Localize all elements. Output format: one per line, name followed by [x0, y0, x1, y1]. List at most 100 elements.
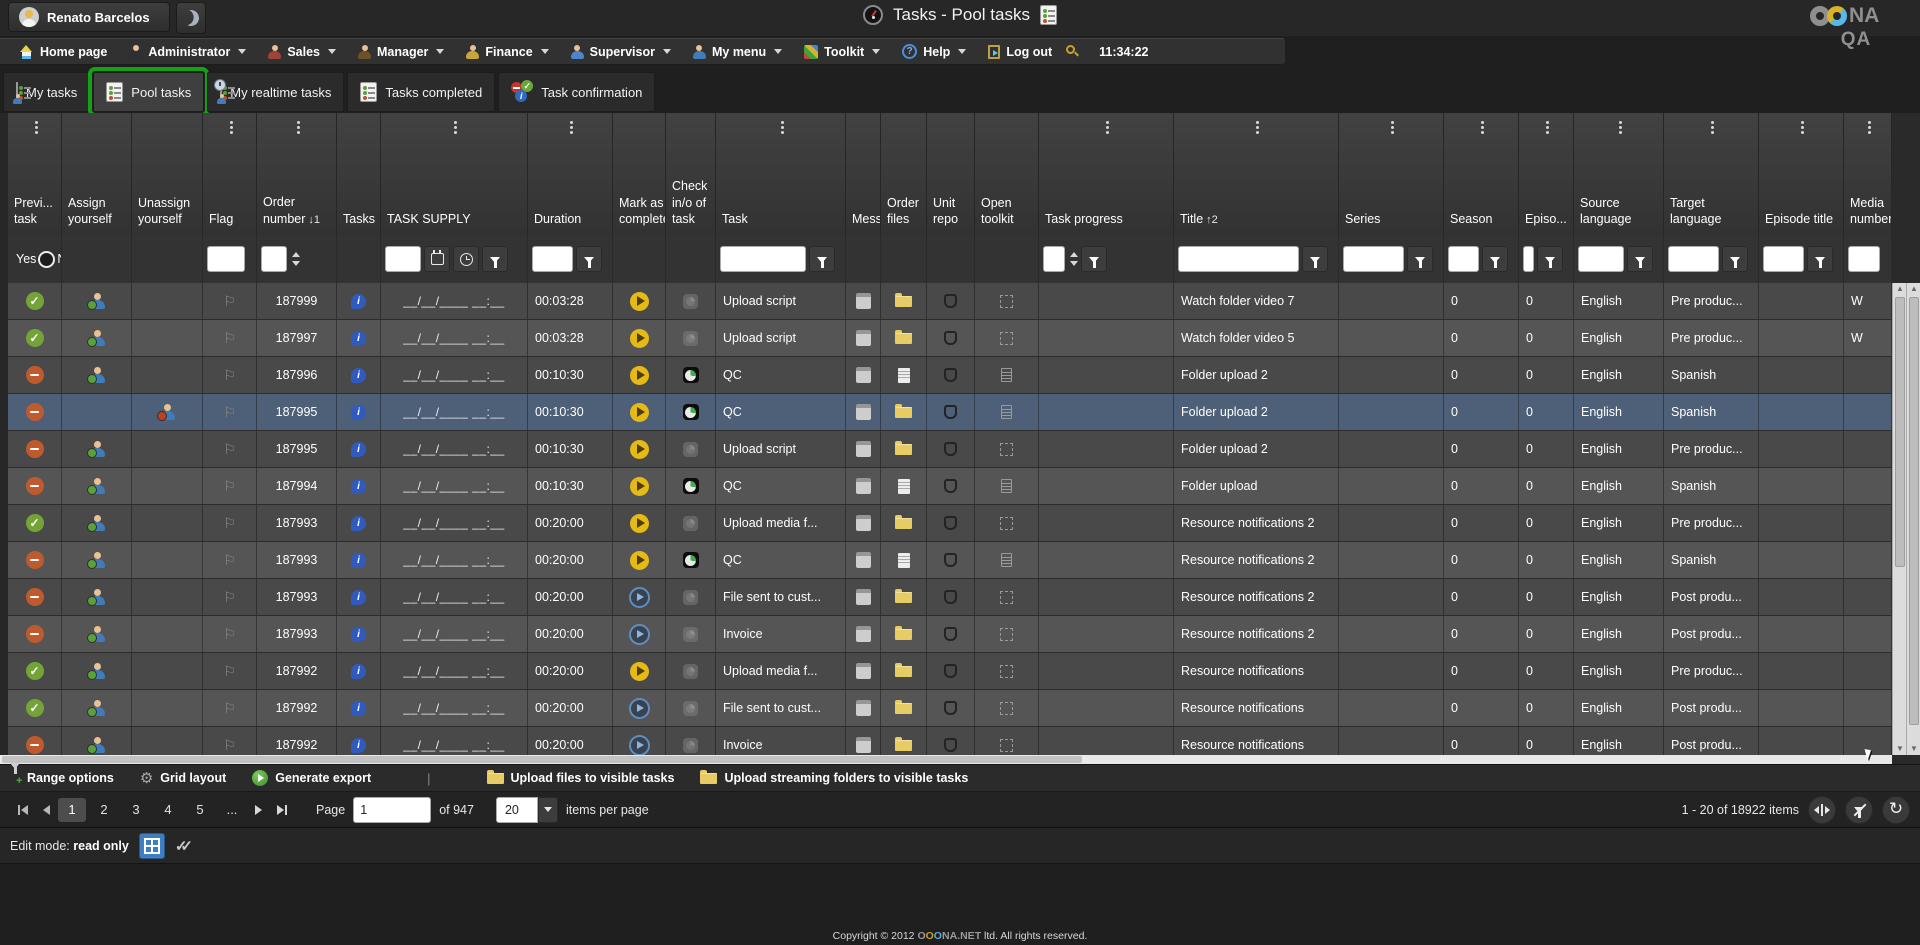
- column-menu-icon[interactable]: [781, 121, 784, 124]
- table-row[interactable]: ⚐187993i__/__/____ __:__00:20:00QCResour…: [8, 542, 1892, 579]
- cell-mark[interactable]: [613, 357, 666, 393]
- tab-tasks-completed[interactable]: Tasks completed: [347, 72, 495, 112]
- filter-input[interactable]: [720, 246, 806, 272]
- filter-input[interactable]: [1448, 246, 1479, 272]
- flag-icon[interactable]: ⚐: [223, 627, 236, 641]
- last-page-button[interactable]: [270, 798, 294, 822]
- order-files-folder-icon[interactable]: [895, 333, 912, 344]
- filter-input[interactable]: [1043, 246, 1065, 272]
- filter-funnel-button[interactable]: [1627, 246, 1653, 272]
- page-number-1[interactable]: 1: [58, 798, 86, 822]
- upload-streaming-button[interactable]: Upload streaming folders to visible task…: [700, 771, 968, 785]
- task-info-icon[interactable]: i: [351, 479, 366, 494]
- scroll-down-icon[interactable]: ▼: [1907, 743, 1920, 755]
- task-info-icon[interactable]: i: [351, 664, 366, 679]
- messages-icon[interactable]: [856, 330, 871, 346]
- refresh-button[interactable]: ↻: [1882, 796, 1910, 824]
- task-info-icon[interactable]: i: [351, 627, 366, 642]
- cell-tasks[interactable]: i: [337, 394, 381, 430]
- cell-tasks[interactable]: i: [337, 727, 381, 755]
- cell-tasks[interactable]: i: [337, 505, 381, 541]
- spinner-down-icon[interactable]: [1070, 261, 1078, 266]
- filter-input[interactable]: [1178, 246, 1299, 272]
- table-row[interactable]: ⚐187995i__/__/____ __:__00:10:30QCFolder…: [8, 394, 1892, 431]
- range-options-button[interactable]: + Range options: [10, 769, 114, 787]
- column-header-supply[interactable]: TASK SUPPLY: [381, 113, 528, 235]
- menu-item-log-out[interactable]: Log out: [979, 39, 1061, 64]
- double-check-icon[interactable]: ✓✓: [175, 837, 194, 855]
- cell-unassign[interactable]: [132, 283, 203, 319]
- column-menu-icon[interactable]: [1711, 121, 1714, 124]
- cell-unassign[interactable]: [132, 505, 203, 541]
- scrollbar-thumb[interactable]: [1895, 297, 1905, 567]
- task-info-icon[interactable]: i: [351, 442, 366, 457]
- cell-assign[interactable]: [62, 727, 132, 755]
- messages-icon[interactable]: [856, 367, 871, 383]
- filter-input[interactable]: [385, 246, 421, 272]
- order-files-folder-icon[interactable]: [895, 740, 912, 751]
- task-info-icon[interactable]: i: [351, 331, 366, 346]
- cell-mark[interactable]: [613, 653, 666, 689]
- filter-input[interactable]: [261, 246, 287, 272]
- grid-layout-button[interactable]: ⚙ Grid layout: [140, 771, 226, 786]
- cell-unassign[interactable]: [132, 690, 203, 726]
- cell-prev[interactable]: [8, 394, 62, 430]
- user-menu-button[interactable]: Renato Barcelos: [8, 2, 170, 32]
- tab-pool-tasks[interactable]: Pool tasks: [93, 72, 204, 112]
- messages-icon[interactable]: [856, 663, 871, 679]
- filter-input[interactable]: [1343, 246, 1404, 272]
- cell-assign[interactable]: [62, 468, 132, 504]
- order-files-doc-icon[interactable]: [898, 368, 910, 383]
- column-header-series[interactable]: Series: [1339, 113, 1444, 235]
- filter-funnel-button[interactable]: [1807, 246, 1833, 272]
- task-info-icon[interactable]: i: [351, 405, 366, 420]
- cell-unassign[interactable]: [132, 320, 203, 356]
- cell-mark[interactable]: [613, 690, 666, 726]
- cell-tasks[interactable]: i: [337, 653, 381, 689]
- cell-prev[interactable]: [8, 542, 62, 578]
- cell-tasks[interactable]: i: [337, 616, 381, 652]
- column-menu-icon[interactable]: [35, 121, 38, 124]
- cell-tasks[interactable]: i: [337, 320, 381, 356]
- cell-mark[interactable]: [613, 579, 666, 615]
- filter-input[interactable]: [1668, 246, 1719, 272]
- filter-input[interactable]: [532, 246, 573, 272]
- cell-prev[interactable]: ✓: [8, 320, 62, 356]
- scrollbar-thumb[interactable]: [1909, 297, 1919, 725]
- cell-prev[interactable]: ✓: [8, 283, 62, 319]
- table-row[interactable]: ⚐187994i__/__/____ __:__00:10:30QCFolder…: [8, 468, 1892, 505]
- column-header-files[interactable]: Order files: [881, 113, 927, 235]
- column-header-source[interactable]: Source language: [1574, 113, 1664, 235]
- scroll-up-icon[interactable]: ▲: [1893, 283, 1907, 295]
- cell-mark[interactable]: [613, 616, 666, 652]
- column-header-flag[interactable]: Flag: [203, 113, 257, 235]
- number-spinner[interactable]: [292, 252, 300, 266]
- task-info-icon[interactable]: i: [351, 590, 366, 605]
- filter-input[interactable]: [1578, 246, 1624, 272]
- column-header-task[interactable]: Task: [716, 113, 846, 235]
- first-page-button[interactable]: [10, 798, 34, 822]
- cell-mark[interactable]: [613, 431, 666, 467]
- order-files-folder-icon[interactable]: [895, 666, 912, 677]
- cell-assign[interactable]: [62, 616, 132, 652]
- cell-mark[interactable]: [613, 542, 666, 578]
- column-header-season[interactable]: Season: [1444, 113, 1519, 235]
- grid-view-button[interactable]: [139, 833, 165, 859]
- table-row[interactable]: ⚐187992i__/__/____ __:__00:20:00InvoiceR…: [8, 727, 1892, 755]
- messages-icon[interactable]: [856, 552, 871, 568]
- messages-icon[interactable]: [856, 626, 871, 642]
- column-menu-icon[interactable]: [1801, 121, 1804, 124]
- table-row[interactable]: ⚐187993i__/__/____ __:__00:20:00InvoiceR…: [8, 616, 1892, 653]
- column-header-progress[interactable]: Task progress: [1039, 113, 1174, 235]
- table-row[interactable]: ✓⚐187992i__/__/____ __:__00:20:00File se…: [8, 690, 1892, 727]
- column-header-episode[interactable]: Episo...: [1519, 113, 1574, 235]
- cell-assign[interactable]: [62, 283, 132, 319]
- column-header-order[interactable]: Order number↓1: [257, 113, 337, 235]
- messages-icon[interactable]: [856, 441, 871, 457]
- fit-columns-button[interactable]: [1808, 796, 1836, 824]
- cell-prev[interactable]: ✓: [8, 505, 62, 541]
- messages-icon[interactable]: [856, 293, 871, 309]
- order-files-folder-icon[interactable]: [895, 407, 912, 418]
- messages-icon[interactable]: [856, 737, 871, 753]
- column-menu-icon[interactable]: [1391, 121, 1394, 124]
